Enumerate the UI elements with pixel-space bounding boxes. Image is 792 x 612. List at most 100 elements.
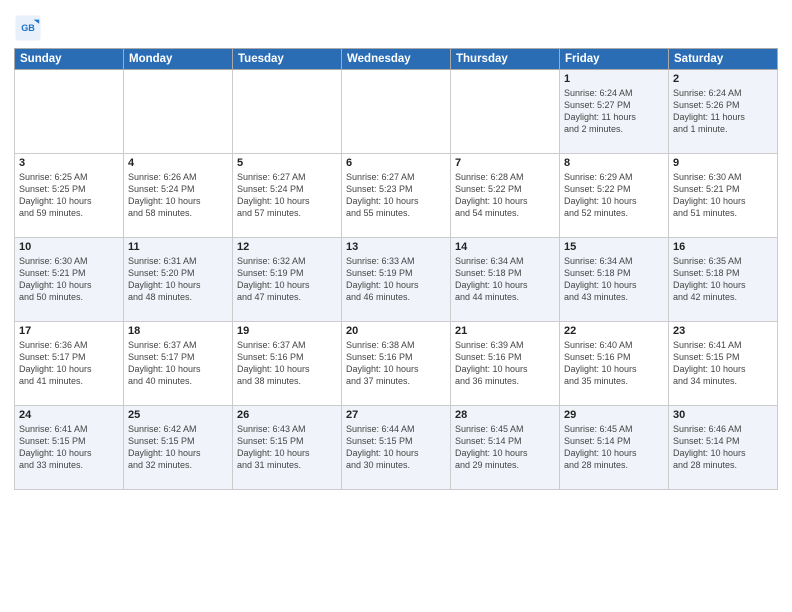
- weekday-header-friday: Friday: [560, 49, 669, 70]
- day-number: 9: [673, 157, 773, 169]
- day-number: 8: [564, 157, 664, 169]
- day-number: 23: [673, 325, 773, 337]
- day-number: 27: [346, 409, 446, 421]
- day-detail: Sunrise: 6:44 AMSunset: 5:15 PMDaylight:…: [346, 423, 446, 472]
- calendar-cell: 13 Sunrise: 6:33 AMSunset: 5:19 PMDayligh…: [342, 238, 451, 322]
- day-detail: Sunrise: 6:30 AMSunset: 5:21 PMDaylight:…: [673, 171, 773, 220]
- day-detail: Sunrise: 6:35 AMSunset: 5:18 PMDaylight:…: [673, 255, 773, 304]
- calendar-cell: 27 Sunrise: 6:44 AMSunset: 5:15 PMDayligh…: [342, 406, 451, 490]
- day-number: 17: [19, 325, 119, 337]
- day-detail: Sunrise: 6:39 AMSunset: 5:16 PMDaylight:…: [455, 339, 555, 388]
- page: GB SundayMondayTuesdayWednesdayThursdayF…: [0, 0, 792, 612]
- day-number: 24: [19, 409, 119, 421]
- calendar-week-2: 10Sunrise: 6:30 AMSunset: 5:21 PMDayligh…: [15, 238, 778, 322]
- day-detail: Sunrise: 6:28 AMSunset: 5:22 PMDaylight:…: [455, 171, 555, 220]
- day-detail: Sunrise: 6:33 AMSunset: 5:19 PMDaylight:…: [346, 255, 446, 304]
- day-number: 22: [564, 325, 664, 337]
- day-number: 13: [346, 241, 446, 253]
- day-number: 14: [455, 241, 555, 253]
- weekday-header-monday: Monday: [124, 49, 233, 70]
- day-detail: Sunrise: 6:42 AMSunset: 5:15 PMDaylight:…: [128, 423, 228, 472]
- calendar-cell: 25Sunrise: 6:42 AMSunset: 5:15 PMDayligh…: [124, 406, 233, 490]
- day-number: 2: [673, 73, 773, 85]
- day-detail: Sunrise: 6:34 AMSunset: 5:18 PMDaylight:…: [455, 255, 555, 304]
- calendar-cell: 9 Sunrise: 6:30 AMSunset: 5:21 PMDaylight…: [669, 154, 778, 238]
- day-number: 3: [19, 157, 119, 169]
- day-number: 4: [128, 157, 228, 169]
- calendar-cell: 14 Sunrise: 6:34 AMSunset: 5:18 PMDayligh…: [451, 238, 560, 322]
- calendar-cell: 5 Sunrise: 6:27 AMSunset: 5:24 PMDaylight…: [233, 154, 342, 238]
- calendar-body: 1 Sunrise: 6:24 AMSunset: 5:27 PMDaylight…: [15, 70, 778, 490]
- logo-icon: GB: [14, 14, 42, 42]
- calendar-cell: [451, 70, 560, 154]
- calendar-cell: 21Sunrise: 6:39 AMSunset: 5:16 PMDayligh…: [451, 322, 560, 406]
- day-number: 28: [455, 409, 555, 421]
- day-number: 29: [564, 409, 664, 421]
- day-detail: Sunrise: 6:45 AMSunset: 5:14 PMDaylight:…: [564, 423, 664, 472]
- day-number: 7: [455, 157, 555, 169]
- weekday-header-sunday: Sunday: [15, 49, 124, 70]
- day-number: 18: [128, 325, 228, 337]
- calendar: SundayMondayTuesdayWednesdayThursdayFrid…: [14, 48, 778, 490]
- calendar-cell: 17 Sunrise: 6:36 AMSunset: 5:17 PMDayligh…: [15, 322, 124, 406]
- day-detail: Sunrise: 6:41 AMSunset: 5:15 PMDaylight:…: [19, 423, 119, 472]
- day-number: 6: [346, 157, 446, 169]
- calendar-week-0: 1 Sunrise: 6:24 AMSunset: 5:27 PMDaylight…: [15, 70, 778, 154]
- day-number: 1: [564, 73, 664, 85]
- day-number: 19: [237, 325, 337, 337]
- header: GB: [14, 10, 778, 42]
- calendar-cell: 8 Sunrise: 6:29 AMSunset: 5:22 PMDaylight…: [560, 154, 669, 238]
- calendar-cell: 22 Sunrise: 6:40 AMSunset: 5:16 PMDayligh…: [560, 322, 669, 406]
- day-detail: Sunrise: 6:25 AMSunset: 5:25 PMDaylight:…: [19, 171, 119, 220]
- calendar-cell: 15Sunrise: 6:34 AMSunset: 5:18 PMDayligh…: [560, 238, 669, 322]
- calendar-cell: 29 Sunrise: 6:45 AMSunset: 5:14 PMDayligh…: [560, 406, 669, 490]
- day-number: 30: [673, 409, 773, 421]
- day-number: 20: [346, 325, 446, 337]
- calendar-cell: 19 Sunrise: 6:37 AMSunset: 5:16 PMDayligh…: [233, 322, 342, 406]
- day-number: 26: [237, 409, 337, 421]
- day-detail: Sunrise: 6:37 AMSunset: 5:16 PMDaylight:…: [237, 339, 337, 388]
- weekday-header-tuesday: Tuesday: [233, 49, 342, 70]
- day-detail: Sunrise: 6:36 AMSunset: 5:17 PMDaylight:…: [19, 339, 119, 388]
- calendar-cell: [233, 70, 342, 154]
- day-detail: Sunrise: 6:24 AMSunset: 5:26 PMDaylight:…: [673, 87, 773, 136]
- calendar-cell: 26 Sunrise: 6:43 AMSunset: 5:15 PMDayligh…: [233, 406, 342, 490]
- calendar-cell: 16 Sunrise: 6:35 AMSunset: 5:18 PMDayligh…: [669, 238, 778, 322]
- calendar-cell: 18 Sunrise: 6:37 AMSunset: 5:17 PMDayligh…: [124, 322, 233, 406]
- day-detail: Sunrise: 6:27 AMSunset: 5:24 PMDaylight:…: [237, 171, 337, 220]
- day-detail: Sunrise: 6:31 AMSunset: 5:20 PMDaylight:…: [128, 255, 228, 304]
- svg-text:GB: GB: [21, 23, 35, 33]
- day-detail: Sunrise: 6:43 AMSunset: 5:15 PMDaylight:…: [237, 423, 337, 472]
- calendar-cell: 12Sunrise: 6:32 AMSunset: 5:19 PMDayligh…: [233, 238, 342, 322]
- calendar-week-4: 24 Sunrise: 6:41 AMSunset: 5:15 PMDayligh…: [15, 406, 778, 490]
- calendar-cell: 28 Sunrise: 6:45 AMSunset: 5:14 PMDayligh…: [451, 406, 560, 490]
- day-detail: Sunrise: 6:26 AMSunset: 5:24 PMDaylight:…: [128, 171, 228, 220]
- day-detail: Sunrise: 6:38 AMSunset: 5:16 PMDaylight:…: [346, 339, 446, 388]
- calendar-header: SundayMondayTuesdayWednesdayThursdayFrid…: [15, 49, 778, 70]
- calendar-cell: 6Sunrise: 6:27 AMSunset: 5:23 PMDaylight…: [342, 154, 451, 238]
- day-detail: Sunrise: 6:45 AMSunset: 5:14 PMDaylight:…: [455, 423, 555, 472]
- day-detail: Sunrise: 6:34 AMSunset: 5:18 PMDaylight:…: [564, 255, 664, 304]
- calendar-cell: [15, 70, 124, 154]
- day-number: 10: [19, 241, 119, 253]
- calendar-week-3: 17 Sunrise: 6:36 AMSunset: 5:17 PMDayligh…: [15, 322, 778, 406]
- day-number: 5: [237, 157, 337, 169]
- calendar-cell: 3 Sunrise: 6:25 AMSunset: 5:25 PMDaylight…: [15, 154, 124, 238]
- day-number: 16: [673, 241, 773, 253]
- calendar-week-1: 3 Sunrise: 6:25 AMSunset: 5:25 PMDaylight…: [15, 154, 778, 238]
- calendar-cell: 2 Sunrise: 6:24 AMSunset: 5:26 PMDaylight…: [669, 70, 778, 154]
- calendar-cell: 20 Sunrise: 6:38 AMSunset: 5:16 PMDayligh…: [342, 322, 451, 406]
- day-detail: Sunrise: 6:40 AMSunset: 5:16 PMDaylight:…: [564, 339, 664, 388]
- day-detail: Sunrise: 6:41 AMSunset: 5:15 PMDaylight:…: [673, 339, 773, 388]
- day-detail: Sunrise: 6:46 AMSunset: 5:14 PMDaylight:…: [673, 423, 773, 472]
- day-number: 11: [128, 241, 228, 253]
- day-detail: Sunrise: 6:37 AMSunset: 5:17 PMDaylight:…: [128, 339, 228, 388]
- calendar-cell: 30 Sunrise: 6:46 AMSunset: 5:14 PMDayligh…: [669, 406, 778, 490]
- logo: GB: [14, 14, 44, 42]
- calendar-cell: 4 Sunrise: 6:26 AMSunset: 5:24 PMDaylight…: [124, 154, 233, 238]
- day-detail: Sunrise: 6:24 AMSunset: 5:27 PMDaylight:…: [564, 87, 664, 136]
- calendar-cell: 11 Sunrise: 6:31 AMSunset: 5:20 PMDayligh…: [124, 238, 233, 322]
- day-detail: Sunrise: 6:32 AMSunset: 5:19 PMDaylight:…: [237, 255, 337, 304]
- day-detail: Sunrise: 6:29 AMSunset: 5:22 PMDaylight:…: [564, 171, 664, 220]
- weekday-header-saturday: Saturday: [669, 49, 778, 70]
